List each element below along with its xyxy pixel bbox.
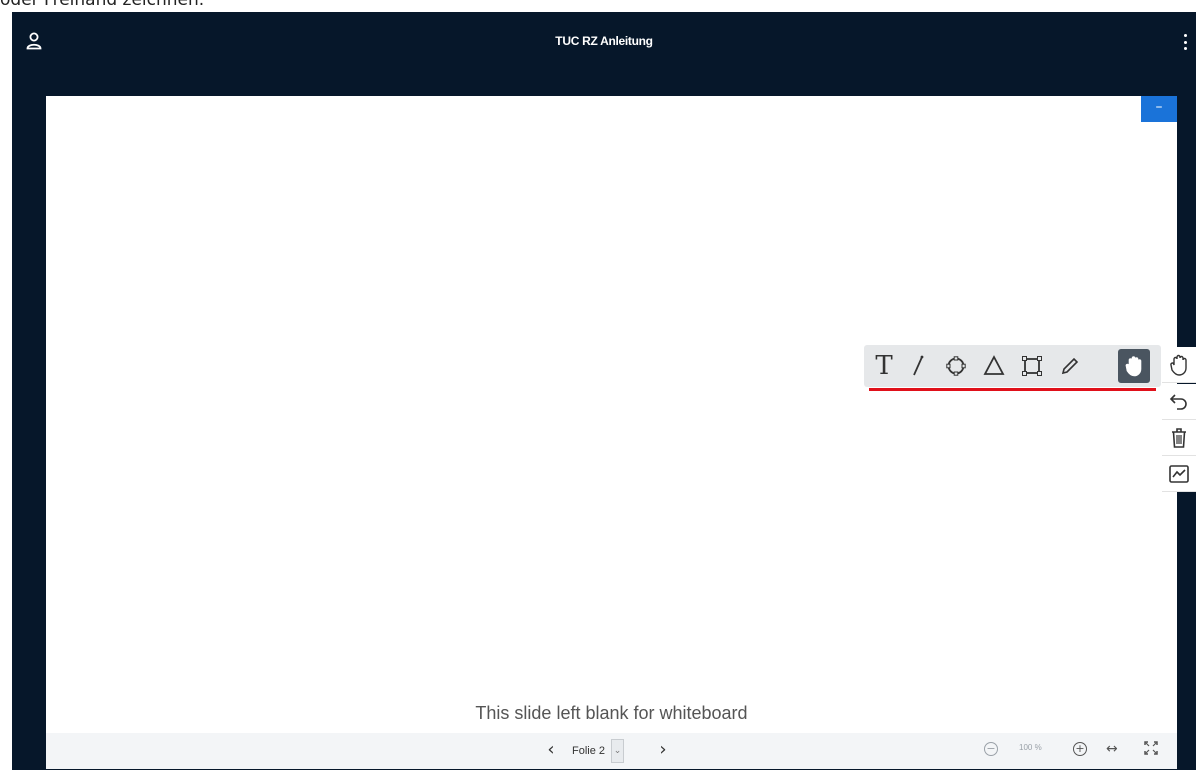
line-tool-icon[interactable] (902, 349, 934, 383)
zoom-level: 100 % (1019, 743, 1042, 752)
undo-icon[interactable] (1162, 384, 1196, 420)
triangle-tool-icon[interactable] (978, 349, 1010, 383)
rectangle-tool-icon[interactable] (1016, 349, 1048, 383)
multi-user-whiteboard-icon[interactable] (1162, 456, 1196, 492)
app-header: TUC RZ Anleitung (12, 12, 1196, 72)
next-slide-button[interactable]: › (654, 739, 672, 761)
slide-selector[interactable]: Folie 2 ⌄ (572, 739, 625, 763)
fullscreen-icon[interactable] (1144, 741, 1158, 755)
zoom-in-icon[interactable]: + (1073, 742, 1087, 756)
slide-blank-text: This slide left blank for whiteboard (475, 703, 748, 723)
kebab-menu-icon[interactable] (1182, 34, 1188, 50)
whiteboard-side-tools (1162, 347, 1196, 492)
slide-selector-label: Folie 2 (572, 745, 606, 757)
zoom-out-icon[interactable]: − (984, 742, 998, 756)
presentation-bottom-bar: ‹ Folie 2 ⌄ › − 100 % + ↔ (46, 733, 1177, 769)
minimize-presentation-button[interactable]: – (1141, 96, 1177, 122)
presentation-app: TUC RZ Anleitung – This slide left blank… (12, 12, 1196, 770)
app-title: TUC RZ Anleitung (555, 34, 653, 48)
pencil-tool-icon[interactable] (1054, 349, 1086, 383)
previous-slide-button[interactable]: ‹ (542, 739, 560, 761)
text-tool-icon[interactable]: T (868, 349, 900, 383)
trash-icon[interactable] (1162, 420, 1196, 456)
whiteboard-slide[interactable]: – This slide left blank for whiteboard ‹… (46, 96, 1177, 769)
whiteboard-toolbar: T (864, 345, 1161, 387)
ellipse-tool-icon[interactable] (940, 349, 972, 383)
highlight-underline (869, 388, 1156, 391)
fit-to-width-icon[interactable]: ↔ (1106, 741, 1118, 757)
chevron-down-icon[interactable]: ⌄ (611, 739, 625, 763)
pan-hand-icon[interactable] (1162, 347, 1196, 383)
pan-tool-icon[interactable] (1118, 349, 1150, 383)
